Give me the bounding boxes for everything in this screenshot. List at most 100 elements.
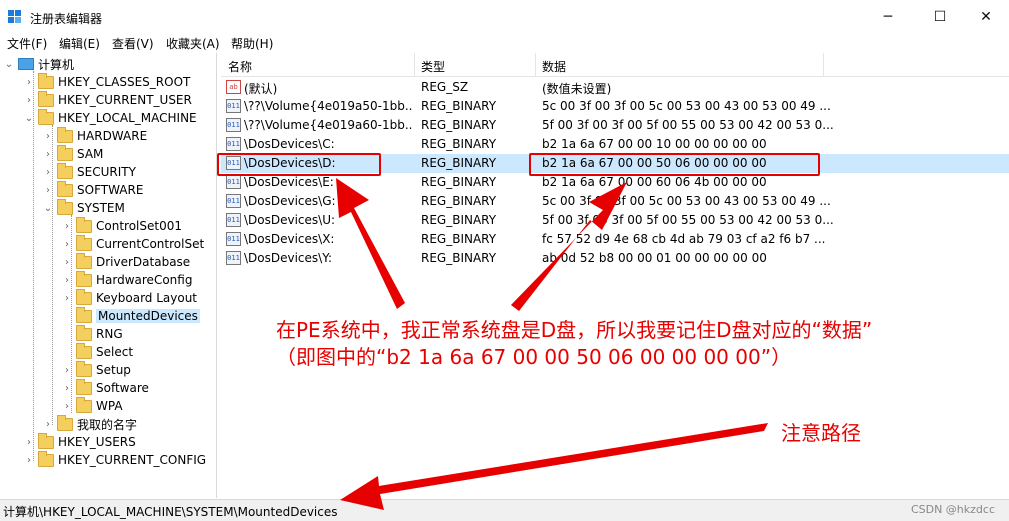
tree-item-security[interactable]: › SECURITY [43, 162, 136, 181]
tree-item-hkcr[interactable]: › HKEY_CLASSES_ROOT [24, 72, 190, 91]
menu-edit[interactable]: 编辑(E) [59, 35, 100, 52]
value-list[interactable]: 名称 类型 数据 ab (默认) REG_SZ (数值未设置) 011 \??\… [221, 53, 1009, 498]
expand-icon[interactable]: › [24, 77, 34, 88]
highlight-box-data [529, 153, 820, 176]
expand-icon[interactable]: › [62, 257, 72, 268]
tree-label: HKEY_CURRENT_USER [58, 93, 192, 107]
expand-icon[interactable]: › [62, 401, 72, 412]
table-row[interactable]: 011 \DosDevices\G: REG_BINARY 5c 00 3f 0… [221, 192, 1009, 211]
column-divider[interactable] [823, 53, 824, 77]
value-type: REG_BINARY [421, 137, 497, 151]
column-divider[interactable] [414, 53, 415, 77]
table-row[interactable]: ab (默认) REG_SZ (数值未设置) [221, 78, 1009, 97]
menu-favorites[interactable]: 收藏夹(A) [166, 35, 220, 52]
expand-icon[interactable]: › [43, 167, 53, 178]
collapse-icon[interactable]: ⌄ [43, 203, 53, 214]
folder-icon [76, 324, 92, 341]
folder-icon [76, 216, 92, 233]
minimize-button[interactable]: ─ [865, 0, 911, 34]
value-type: REG_BINARY [421, 175, 497, 189]
expand-icon[interactable]: › [62, 365, 72, 376]
value-data: b2 1a 6a 67 00 00 10 00 00 00 00 00 [542, 137, 767, 151]
column-header-type[interactable]: 类型 [421, 58, 445, 75]
expand-icon[interactable]: › [43, 185, 53, 196]
expand-icon[interactable]: › [24, 95, 34, 106]
expand-icon[interactable]: › [62, 221, 72, 232]
binary-value-icon: 011 [226, 118, 241, 132]
annotation-text-line2: （即图中的“b2 1a 6a 67 00 00 50 06 00 00 00 0… [276, 345, 792, 369]
table-row[interactable]: 011 \??\Volume{4e019a60-1bb... REG_BINAR… [221, 116, 1009, 135]
column-divider[interactable] [535, 53, 536, 77]
folder-icon [76, 396, 92, 413]
folder-icon [57, 198, 73, 215]
collapse-icon[interactable]: ⌄ [24, 113, 34, 124]
menu-view[interactable]: 查看(V) [112, 35, 154, 52]
tree-label: RNG [96, 327, 123, 341]
tree-item-rng[interactable]: RNG [62, 324, 123, 343]
expand-icon[interactable]: › [24, 455, 34, 466]
column-header-name[interactable]: 名称 [228, 58, 252, 75]
tree-item-setup[interactable]: › Setup [62, 360, 131, 379]
value-name: \DosDevices\X: [244, 232, 335, 246]
maximize-button[interactable]: ☐ [917, 0, 963, 34]
tree-item-computer[interactable]: ⌄ 计算机 [4, 55, 74, 73]
tree-item-software-sub[interactable]: › Software [62, 378, 149, 397]
value-name: \??\Volume{4e019a60-1bb... [244, 118, 412, 132]
table-row[interactable]: 011 \DosDevices\U: REG_BINARY 5f 00 3f 0… [221, 211, 1009, 230]
tree-label: DriverDatabase [96, 255, 191, 269]
table-row[interactable]: 011 \DosDevices\Y: REG_BINARY ab 0d 52 b… [221, 249, 1009, 268]
window-title: 注册表编辑器 [30, 12, 103, 26]
expand-icon[interactable]: › [62, 275, 72, 286]
tree-item-hkcc[interactable]: › HKEY_CURRENT_CONFIG [24, 450, 206, 469]
value-type: REG_BINARY [421, 251, 497, 265]
menu-file[interactable]: 文件(F) [7, 35, 47, 52]
tree-item-select[interactable]: Select [62, 342, 134, 361]
tree-item-custom[interactable]: › 我取的名字 [43, 414, 137, 433]
tree-label: HKEY_LOCAL_MACHINE [58, 111, 197, 125]
tree-item-system[interactable]: ⌄ SYSTEM [43, 198, 125, 217]
table-row[interactable]: 011 \DosDevices\X: REG_BINARY fc 57 52 d… [221, 230, 1009, 249]
column-header-data[interactable]: 数据 [542, 58, 566, 75]
tree-item-driverdatabase[interactable]: › DriverDatabase [62, 252, 191, 271]
tree-item-sam[interactable]: › SAM [43, 144, 103, 163]
tree-item-hklm[interactable]: ⌄ HKEY_LOCAL_MACHINE [24, 108, 197, 127]
tree-item-keyboard-layout[interactable]: › Keyboard Layout [62, 288, 197, 307]
tree-guide [33, 71, 34, 461]
folder-icon [57, 414, 73, 431]
tree-item-software[interactable]: › SOFTWARE [43, 180, 143, 199]
expand-icon[interactable]: › [43, 419, 53, 430]
tree-item-mounteddevices[interactable]: MountedDevices [62, 306, 200, 325]
tree-item-controlset001[interactable]: › ControlSet001 [62, 216, 182, 235]
expand-icon[interactable]: › [62, 293, 72, 304]
tree-item-hku[interactable]: › HKEY_USERS [24, 432, 136, 451]
collapse-icon[interactable]: ⌄ [4, 59, 14, 70]
close-button[interactable]: ✕ [963, 0, 1009, 34]
tree-item-currentcontrolset[interactable]: › CurrentControlSet [62, 234, 204, 253]
value-name: \DosDevices\Y: [244, 251, 332, 265]
tree-item-wpa[interactable]: › WPA [62, 396, 123, 415]
table-row[interactable]: 011 \??\Volume{4e019a50-1bb... REG_BINAR… [221, 97, 1009, 116]
registry-tree[interactable]: ⌄ 计算机 › HKEY_CLASSES_ROOT › HKEY_CURRENT… [0, 53, 217, 498]
value-name: \DosDevices\U: [244, 213, 336, 227]
value-data: b2 1a 6a 67 00 00 60 06 4b 00 00 00 [542, 175, 767, 189]
folder-icon [76, 252, 92, 269]
value-type: REG_BINARY [421, 213, 497, 227]
tree-label: MountedDevices [96, 309, 200, 323]
tree-item-hardware[interactable]: › HARDWARE [43, 126, 147, 145]
value-name: \DosDevices\C: [244, 137, 335, 151]
menu-help[interactable]: 帮助(H) [231, 35, 273, 52]
tree-item-hardwareconfig[interactable]: › HardwareConfig [62, 270, 192, 289]
expand-icon[interactable]: › [43, 149, 53, 160]
tree-label: SECURITY [77, 165, 136, 179]
expand-icon[interactable]: › [43, 131, 53, 142]
value-name: (默认) [244, 82, 278, 96]
expand-icon[interactable]: › [24, 437, 34, 448]
tree-item-hkcu[interactable]: › HKEY_CURRENT_USER [24, 90, 192, 109]
folder-icon [57, 180, 73, 197]
expand-icon[interactable]: › [62, 239, 72, 250]
tree-label: Select [96, 345, 134, 359]
folder-icon [57, 144, 73, 161]
expand-icon[interactable]: › [62, 383, 72, 394]
table-row[interactable]: 011 \DosDevices\C: REG_BINARY b2 1a 6a 6… [221, 135, 1009, 154]
folder-icon [38, 432, 54, 449]
